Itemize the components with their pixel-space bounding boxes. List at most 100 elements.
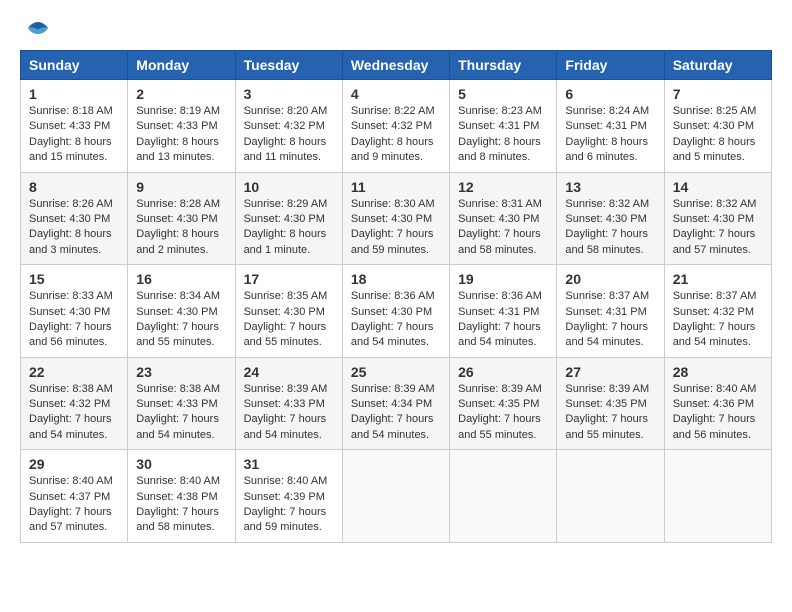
sunset-label: Sunset: 4:30 PM — [351, 213, 432, 225]
day-info: Sunrise: 8:39 AM Sunset: 4:34 PM Dayligh… — [351, 382, 441, 444]
daylight-label: Daylight: 7 hours and 56 minutes. — [673, 413, 756, 440]
sunset-label: Sunset: 4:30 PM — [29, 213, 110, 225]
daylight-label: Daylight: 7 hours and 54 minutes. — [351, 413, 434, 440]
daylight-label: Daylight: 7 hours and 54 minutes. — [244, 413, 327, 440]
calendar-cell: 7 Sunrise: 8:25 AM Sunset: 4:30 PM Dayli… — [664, 80, 771, 173]
sunset-label: Sunset: 4:33 PM — [136, 398, 217, 410]
calendar-cell: 1 Sunrise: 8:18 AM Sunset: 4:33 PM Dayli… — [21, 80, 128, 173]
sunrise-label: Sunrise: 8:20 AM — [244, 105, 328, 117]
calendar-cell: 25 Sunrise: 8:39 AM Sunset: 4:34 PM Dayl… — [342, 357, 449, 450]
calendar-cell: 18 Sunrise: 8:36 AM Sunset: 4:30 PM Dayl… — [342, 265, 449, 358]
day-info: Sunrise: 8:36 AM Sunset: 4:30 PM Dayligh… — [351, 289, 441, 351]
sunset-label: Sunset: 4:30 PM — [136, 213, 217, 225]
sunset-label: Sunset: 4:34 PM — [351, 398, 432, 410]
day-number: 16 — [136, 271, 226, 287]
calendar-cell: 19 Sunrise: 8:36 AM Sunset: 4:31 PM Dayl… — [450, 265, 557, 358]
sunset-label: Sunset: 4:31 PM — [458, 120, 539, 132]
sunset-label: Sunset: 4:33 PM — [29, 120, 110, 132]
calendar-cell: 14 Sunrise: 8:32 AM Sunset: 4:30 PM Dayl… — [664, 172, 771, 265]
calendar-cell: 10 Sunrise: 8:29 AM Sunset: 4:30 PM Dayl… — [235, 172, 342, 265]
daylight-label: Daylight: 7 hours and 54 minutes. — [136, 413, 219, 440]
sunset-label: Sunset: 4:32 PM — [244, 120, 325, 132]
calendar-header-monday: Monday — [128, 51, 235, 80]
sunrise-label: Sunrise: 8:28 AM — [136, 198, 220, 210]
day-info: Sunrise: 8:26 AM Sunset: 4:30 PM Dayligh… — [29, 197, 119, 259]
day-info: Sunrise: 8:32 AM Sunset: 4:30 PM Dayligh… — [673, 197, 763, 259]
sunrise-label: Sunrise: 8:23 AM — [458, 105, 542, 117]
sunrise-label: Sunrise: 8:36 AM — [458, 290, 542, 302]
day-number: 19 — [458, 271, 548, 287]
sunset-label: Sunset: 4:30 PM — [673, 213, 754, 225]
logo — [20, 20, 52, 40]
sunset-label: Sunset: 4:32 PM — [29, 398, 110, 410]
calendar-cell: 24 Sunrise: 8:39 AM Sunset: 4:33 PM Dayl… — [235, 357, 342, 450]
day-info: Sunrise: 8:38 AM Sunset: 4:33 PM Dayligh… — [136, 382, 226, 444]
calendar-cell: 3 Sunrise: 8:20 AM Sunset: 4:32 PM Dayli… — [235, 80, 342, 173]
daylight-label: Daylight: 7 hours and 57 minutes. — [673, 228, 756, 255]
calendar-cell: 6 Sunrise: 8:24 AM Sunset: 4:31 PM Dayli… — [557, 80, 664, 173]
day-info: Sunrise: 8:36 AM Sunset: 4:31 PM Dayligh… — [458, 289, 548, 351]
calendar-cell: 17 Sunrise: 8:35 AM Sunset: 4:30 PM Dayl… — [235, 265, 342, 358]
calendar-cell: 23 Sunrise: 8:38 AM Sunset: 4:33 PM Dayl… — [128, 357, 235, 450]
sunset-label: Sunset: 4:30 PM — [565, 213, 646, 225]
sunrise-label: Sunrise: 8:40 AM — [29, 475, 113, 487]
calendar-cell: 5 Sunrise: 8:23 AM Sunset: 4:31 PM Dayli… — [450, 80, 557, 173]
daylight-label: Daylight: 7 hours and 58 minutes. — [136, 506, 219, 533]
sunrise-label: Sunrise: 8:31 AM — [458, 198, 542, 210]
day-number: 24 — [244, 364, 334, 380]
sunrise-label: Sunrise: 8:32 AM — [565, 198, 649, 210]
sunrise-label: Sunrise: 8:18 AM — [29, 105, 113, 117]
day-info: Sunrise: 8:39 AM Sunset: 4:35 PM Dayligh… — [565, 382, 655, 444]
calendar-cell: 9 Sunrise: 8:28 AM Sunset: 4:30 PM Dayli… — [128, 172, 235, 265]
daylight-label: Daylight: 7 hours and 57 minutes. — [29, 506, 112, 533]
day-number: 1 — [29, 86, 119, 102]
day-number: 5 — [458, 86, 548, 102]
sunrise-label: Sunrise: 8:32 AM — [673, 198, 757, 210]
calendar-header-wednesday: Wednesday — [342, 51, 449, 80]
day-info: Sunrise: 8:23 AM Sunset: 4:31 PM Dayligh… — [458, 104, 548, 166]
day-info: Sunrise: 8:39 AM Sunset: 4:35 PM Dayligh… — [458, 382, 548, 444]
calendar-header-saturday: Saturday — [664, 51, 771, 80]
calendar-cell: 8 Sunrise: 8:26 AM Sunset: 4:30 PM Dayli… — [21, 172, 128, 265]
day-number: 21 — [673, 271, 763, 287]
day-info: Sunrise: 8:37 AM Sunset: 4:32 PM Dayligh… — [673, 289, 763, 351]
sunset-label: Sunset: 4:37 PM — [29, 491, 110, 503]
daylight-label: Daylight: 8 hours and 1 minute. — [244, 228, 327, 255]
day-number: 27 — [565, 364, 655, 380]
sunset-label: Sunset: 4:33 PM — [244, 398, 325, 410]
daylight-label: Daylight: 7 hours and 54 minutes. — [565, 321, 648, 348]
sunrise-label: Sunrise: 8:38 AM — [136, 383, 220, 395]
day-number: 2 — [136, 86, 226, 102]
day-number: 18 — [351, 271, 441, 287]
day-number: 13 — [565, 179, 655, 195]
calendar-week-5: 29 Sunrise: 8:40 AM Sunset: 4:37 PM Dayl… — [21, 450, 772, 543]
sunset-label: Sunset: 4:35 PM — [458, 398, 539, 410]
calendar-header-tuesday: Tuesday — [235, 51, 342, 80]
day-info: Sunrise: 8:34 AM Sunset: 4:30 PM Dayligh… — [136, 289, 226, 351]
daylight-label: Daylight: 7 hours and 55 minutes. — [136, 321, 219, 348]
daylight-label: Daylight: 7 hours and 56 minutes. — [29, 321, 112, 348]
daylight-label: Daylight: 8 hours and 3 minutes. — [29, 228, 112, 255]
day-number: 3 — [244, 86, 334, 102]
day-info: Sunrise: 8:29 AM Sunset: 4:30 PM Dayligh… — [244, 197, 334, 259]
calendar-week-4: 22 Sunrise: 8:38 AM Sunset: 4:32 PM Dayl… — [21, 357, 772, 450]
day-info: Sunrise: 8:32 AM Sunset: 4:30 PM Dayligh… — [565, 197, 655, 259]
daylight-label: Daylight: 8 hours and 2 minutes. — [136, 228, 219, 255]
calendar-cell — [557, 450, 664, 543]
sunrise-label: Sunrise: 8:38 AM — [29, 383, 113, 395]
sunrise-label: Sunrise: 8:35 AM — [244, 290, 328, 302]
day-info: Sunrise: 8:19 AM Sunset: 4:33 PM Dayligh… — [136, 104, 226, 166]
day-info: Sunrise: 8:40 AM Sunset: 4:36 PM Dayligh… — [673, 382, 763, 444]
day-info: Sunrise: 8:40 AM Sunset: 4:39 PM Dayligh… — [244, 474, 334, 536]
daylight-label: Daylight: 7 hours and 59 minutes. — [351, 228, 434, 255]
day-info: Sunrise: 8:40 AM Sunset: 4:38 PM Dayligh… — [136, 474, 226, 536]
day-number: 4 — [351, 86, 441, 102]
sunset-label: Sunset: 4:32 PM — [351, 120, 432, 132]
sunrise-label: Sunrise: 8:34 AM — [136, 290, 220, 302]
calendar-cell: 31 Sunrise: 8:40 AM Sunset: 4:39 PM Dayl… — [235, 450, 342, 543]
day-number: 17 — [244, 271, 334, 287]
page-header — [20, 20, 772, 40]
calendar-cell — [342, 450, 449, 543]
sunset-label: Sunset: 4:39 PM — [244, 491, 325, 503]
day-info: Sunrise: 8:39 AM Sunset: 4:33 PM Dayligh… — [244, 382, 334, 444]
